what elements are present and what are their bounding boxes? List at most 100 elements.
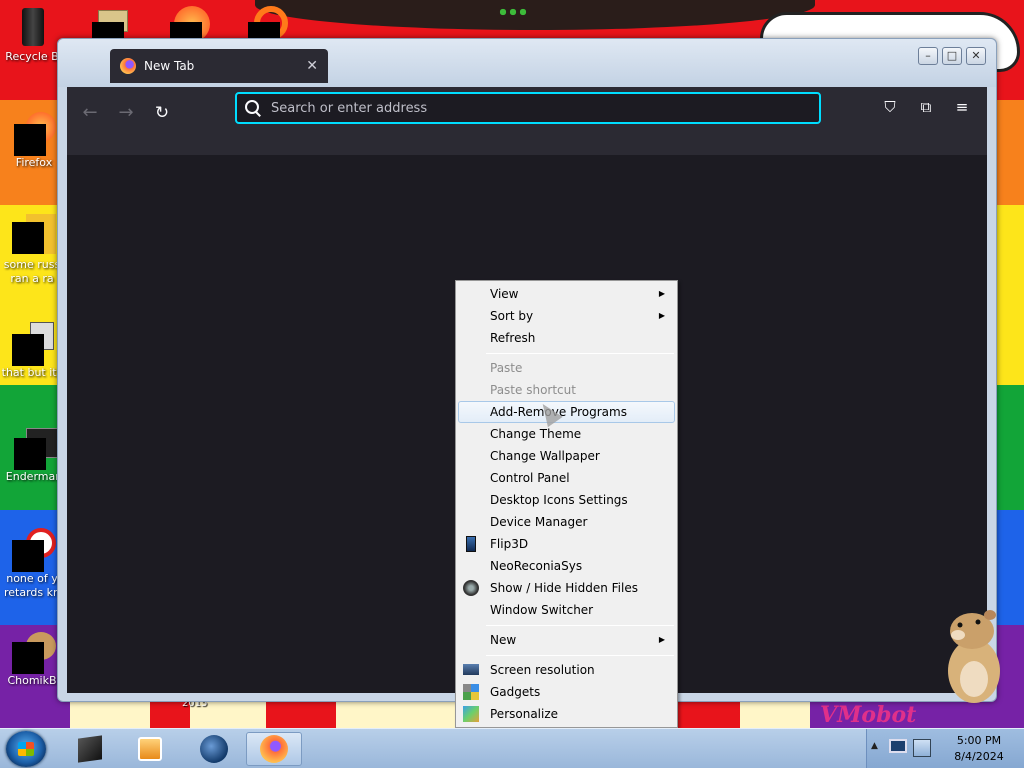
menu-item-desktop-icons-settings[interactable]: Desktop Icons Settings (458, 489, 675, 511)
wallpaper-vmobot-text: VMobot (820, 702, 917, 728)
hidden-files-icon (463, 580, 479, 596)
menu-item-label: Device Manager (490, 515, 588, 529)
menu-item-gadgets[interactable]: Gadgets (458, 681, 675, 703)
menu-item-sort-by[interactable]: Sort by ▶ (458, 305, 675, 327)
wallpaper-green-dots (498, 6, 528, 18)
hamster-sticker (948, 610, 1000, 703)
display-tray-icon[interactable] (889, 739, 907, 757)
menu-separator (486, 625, 674, 626)
menu-item-screen-resolution[interactable]: Screen resolution (458, 659, 675, 681)
menu-item-label: NeoReconiaSys (490, 559, 583, 573)
extensions-icon[interactable]: ⧉ (915, 96, 937, 118)
wallpaper-bottom-art (70, 700, 810, 728)
desktop-icon-top-2[interactable] (170, 6, 214, 44)
menu-item-label: Paste shortcut (490, 383, 576, 397)
submenu-arrow-icon: ▶ (658, 635, 665, 644)
desktop-icon-none-of-y[interactable]: none of y retards kn (0, 528, 64, 600)
menu-item-paste: Paste (458, 357, 675, 379)
taskbar-clock[interactable]: 5:00 PM 8/4/2024 (934, 733, 1024, 765)
personalize-icon (463, 706, 479, 722)
desktop-icon-that-but-its[interactable]: that but its (0, 322, 64, 380)
firefox-icon (14, 112, 56, 156)
menu-item-label: Control Panel (490, 471, 570, 485)
menu-item-change-wallpaper[interactable]: Change Wallpaper (458, 445, 675, 467)
desktop-icon-top-1[interactable] (92, 6, 136, 44)
menu-item-paste-shortcut: Paste shortcut (458, 379, 675, 401)
hamster-icon (12, 630, 56, 674)
menu-separator (486, 655, 674, 656)
desktop-icon-recycle-bin[interactable]: Recycle B (0, 6, 64, 64)
menu-item-flip3d[interactable]: Flip3D (458, 533, 675, 555)
minimize-button[interactable]: – (918, 47, 938, 65)
firefox-icon (260, 735, 288, 763)
browser-titlebar[interactable]: New Tab ✕ – □ ✕ (58, 39, 996, 87)
start-button[interactable] (6, 731, 46, 767)
menu-item-label: Screen resolution (490, 663, 595, 677)
desktop-icon-chomikb[interactable]: ChomikB (0, 630, 64, 688)
stacked-windows-icon (12, 322, 54, 366)
desktop-icon-top-3[interactable] (248, 6, 292, 44)
menu-item-refresh[interactable]: Refresh (458, 327, 675, 349)
reload-button[interactable]: ↻ (149, 101, 175, 125)
menu-item-control-panel[interactable]: Control Panel (458, 467, 675, 489)
menu-item-label: Sort by (490, 309, 534, 323)
tab-title: New Tab (144, 59, 195, 73)
search-icon (245, 100, 261, 116)
menu-item-view[interactable]: View ▶ (458, 283, 675, 305)
firefox-icon (120, 58, 136, 74)
tab-close-icon[interactable]: ✕ (306, 58, 318, 74)
menu-item-label: New (490, 633, 517, 647)
address-bar[interactable] (235, 92, 821, 124)
menu-item-personalize[interactable]: Personalize (458, 703, 675, 725)
monitor-icon (463, 664, 479, 675)
menu-item-new[interactable]: New ▶ (458, 629, 675, 651)
menu-item-label: Personalize (490, 707, 559, 721)
menu-item-label: View (490, 287, 519, 301)
tab-new-tab[interactable]: New Tab ✕ (110, 49, 328, 83)
menu-item-neoreconiasys[interactable]: NeoReconiaSys (458, 555, 675, 577)
menu-item-change-theme[interactable]: Change Theme (458, 423, 675, 445)
windows-logo-icon (18, 742, 34, 756)
submenu-arrow-icon: ▶ (658, 289, 665, 298)
flip3d-icon (466, 536, 476, 552)
menu-item-label: Window Switcher (490, 603, 594, 617)
taskbar-app-globe[interactable] (186, 732, 242, 766)
desktop-icon-label: that but its (1, 366, 63, 379)
close-window-button[interactable]: ✕ (966, 47, 986, 65)
network-tray-icon[interactable] (913, 739, 931, 757)
pocket-icon[interactable]: ⛉ (879, 96, 901, 118)
menu-item-label: Flip3D (490, 537, 529, 551)
clock-time: 5:00 PM (956, 734, 1002, 747)
desktop-icon-label: none of y (6, 572, 58, 585)
hamburger-menu-icon[interactable]: ≡ (951, 96, 973, 118)
maximize-button[interactable]: □ (942, 47, 962, 65)
taskbar-app-firefox[interactable] (246, 732, 302, 766)
menu-item-label: Change Theme (490, 427, 582, 441)
menu-item-show-hide-hidden-files[interactable]: Show / Hide Hidden Files (458, 577, 675, 599)
menu-item-label: Change Wallpaper (490, 449, 600, 463)
address-input[interactable] (271, 100, 819, 116)
media-player-icon (138, 737, 162, 761)
forward-button[interactable]: → (113, 101, 139, 125)
circle-logo-icon (12, 528, 56, 572)
menu-item-label: Desktop Icons Settings (490, 493, 628, 507)
globe-icon (200, 735, 228, 763)
taskbar-app-media-player[interactable] (122, 732, 178, 766)
desktop-icon-label-line2: ran a ra (10, 272, 54, 285)
back-button[interactable]: ← (77, 101, 103, 125)
menu-item-label: Show / Hide Hidden Files (490, 581, 638, 595)
taskbar-app-explorer[interactable] (62, 732, 118, 766)
black-box-icon (78, 735, 102, 763)
desktop-icon-label: Recycle B (5, 50, 59, 63)
menu-item-label: Gadgets (490, 685, 541, 699)
menu-item-window-switcher[interactable]: Window Switcher (458, 599, 675, 621)
menu-item-add-remove-programs[interactable]: Add-Remove Programs (458, 401, 675, 423)
desktop-icon-some-russ[interactable]: some russ ran a ra (0, 214, 64, 286)
wallpaper-top-shape (255, 0, 815, 30)
browser-toolbar: ← → ↻ ⛉ ⧉ ≡ (67, 87, 987, 155)
document-icon (12, 214, 56, 254)
show-hidden-icons-arrow-icon[interactable]: ▲ (871, 741, 878, 751)
desktop-context-menu: View ▶ Sort by ▶ Refresh Paste Paste sho… (455, 280, 678, 728)
menu-item-device-manager[interactable]: Device Manager (458, 511, 675, 533)
desktop-icon-label-line2: retards kn (4, 586, 60, 599)
